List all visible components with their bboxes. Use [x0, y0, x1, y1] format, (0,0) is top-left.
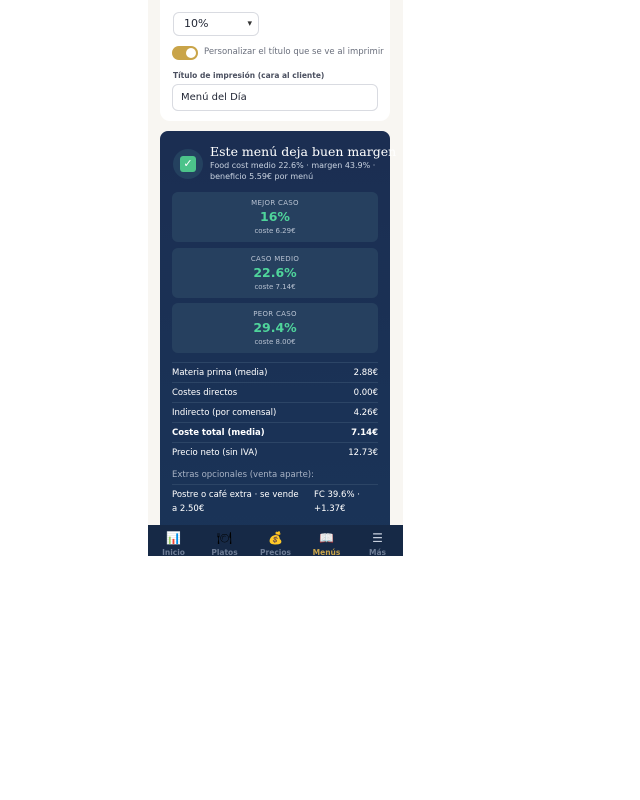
cost-row-value: 2.88€: [353, 368, 378, 378]
print-title-label: Título de impresión (cara al cliente): [173, 71, 325, 80]
chevron-down-icon: ▾: [247, 19, 252, 29]
scenario-value: 29.4%: [253, 320, 297, 335]
plate-icon: 🍽: [216, 531, 233, 545]
scenario-cost: coste 8.00€: [254, 338, 296, 346]
nav-item-precios[interactable]: 💰 Precios: [250, 525, 301, 556]
cost-row-label: Costes directos: [172, 388, 238, 398]
cost-row-total: Coste total (media) 7.14€: [172, 422, 378, 443]
print-settings-card: 10% ▾ Personalizar el título que se ve a…: [160, 0, 390, 121]
chart-icon: 📊: [166, 531, 181, 545]
menu-icon: ☰: [372, 531, 383, 545]
scenario-label: CASO MEDIO: [250, 255, 300, 263]
cost-row-indirect: Indirecto (por comensal) 4.26€: [172, 402, 378, 423]
cost-row-raw-material: Materia prima (media) 2.88€: [172, 362, 378, 383]
check-badge: ✓: [173, 149, 203, 179]
scenario-cost: coste 7.14€: [254, 283, 296, 291]
scenario-label: PEOR CASO: [253, 310, 297, 318]
scenario-value: 16%: [260, 209, 290, 224]
cost-row-label: Indirecto (por comensal): [172, 408, 277, 418]
scenario-average: CASO MEDIO 22.6% coste 7.14€: [172, 248, 378, 298]
extras-title: Extras opcionales (venta aparte):: [172, 470, 314, 480]
nav-item-mas[interactable]: ☰ Más: [352, 525, 403, 556]
money-bag-icon: 💰: [268, 531, 283, 545]
scenario-best: MEJOR CASO 16% coste 6.29€: [172, 192, 378, 242]
nav-item-label: Más: [369, 548, 386, 556]
extra-item-label: Postre o café extra · se vende a 2.50€: [172, 490, 299, 514]
nav-item-label: Menús: [312, 548, 341, 556]
app-screen: 10% ▾ Personalizar el título que se ve a…: [148, 0, 403, 556]
bottom-nav: 📊 Inicio 🍽 Platos 💰 Precios 📖 Menús ☰ Má…: [148, 525, 403, 556]
scenario-value: 22.6%: [253, 265, 297, 280]
margin-select-value: 10%: [184, 17, 209, 30]
nav-item-label: Inicio: [162, 548, 185, 556]
cost-row-direct: Costes directos 0.00€: [172, 382, 378, 403]
scenario-cost: coste 6.29€: [254, 227, 296, 235]
margin-summary-card: ✓ Este menú deja buen margen Food cost m…: [160, 131, 396, 556]
cost-row-label: Materia prima (media): [172, 368, 268, 378]
custom-title-toggle-label: Personalizar el título que se ve al impr…: [204, 47, 384, 57]
margin-select[interactable]: 10% ▾: [173, 12, 259, 36]
cost-row-net-price: Precio neto (sin IVA) 12.73€: [172, 442, 378, 463]
cost-row-label: Coste total (media): [172, 428, 265, 438]
nav-item-platos[interactable]: 🍽 Platos: [199, 525, 250, 556]
cost-row-value: 0.00€: [353, 388, 378, 398]
scenario-label: MEJOR CASO: [251, 199, 299, 207]
cost-row-value: 4.26€: [353, 408, 378, 418]
verdict-subtitle: Food cost medio 22.6% · margen 43.9% · b…: [210, 161, 376, 181]
cost-row-value: 12.73€: [348, 448, 378, 458]
verdict-title: Este menú deja buen margen: [210, 144, 397, 159]
scenario-worst: PEOR CASO 29.4% coste 8.00€: [172, 303, 378, 353]
cost-row-value: 7.14€: [351, 428, 378, 438]
nav-item-inicio[interactable]: 📊 Inicio: [148, 525, 199, 556]
nav-item-menus[interactable]: 📖 Menús: [301, 525, 352, 556]
book-icon: 📖: [319, 531, 334, 545]
toggle-knob: [186, 48, 196, 58]
custom-title-toggle[interactable]: [172, 46, 198, 60]
extra-item-value: FC 39.6% · +1.37€: [314, 490, 360, 514]
nav-item-label: Precios: [260, 548, 291, 556]
print-title-input[interactable]: Menú del Día: [172, 84, 378, 111]
nav-item-label: Platos: [211, 548, 238, 556]
check-icon: ✓: [180, 156, 196, 172]
extra-item: Postre o café extra · se vende a 2.50€ F…: [172, 484, 378, 521]
cost-row-label: Precio neto (sin IVA): [172, 448, 258, 458]
